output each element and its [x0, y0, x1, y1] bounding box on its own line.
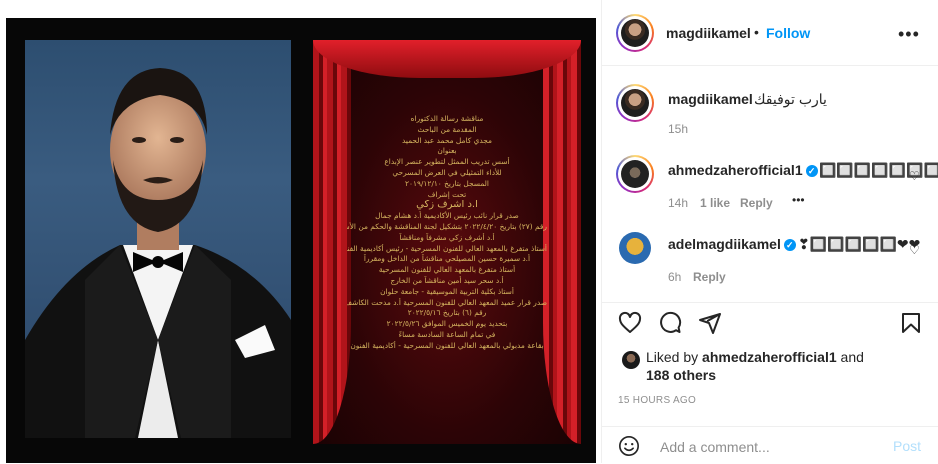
top-curtain: [313, 40, 581, 78]
verified-badge-icon: ✓: [783, 239, 796, 251]
comment-bubble-icon[interactable]: [658, 311, 682, 335]
avatar-image: [621, 19, 649, 47]
invitation-line: أسس تدريب الممثل لتطوير عنصر الإبداع: [384, 157, 510, 167]
invitation-line: أستاذ بكلية التربية الموسيقية - جامعة حل…: [380, 286, 514, 296]
caption-avatar[interactable]: [616, 84, 654, 122]
like-heart-icon[interactable]: [618, 311, 642, 335]
invitation-line: أستاذ متفرغ بالمعهد العالي للفنون المسرح…: [347, 243, 547, 253]
separator-dot: •: [754, 24, 759, 40]
post-side-panel: magdiikamel • Follow ••• magdiikamel يار…: [601, 0, 938, 463]
invitation-line: مناقشة رسالة الدكتوراه: [410, 114, 484, 123]
caption-text: يارب توفيقك: [754, 91, 827, 107]
avatar-border: [618, 16, 652, 50]
liker-username[interactable]: ahmedzaherofficial1: [702, 349, 837, 365]
save-bookmark-icon[interactable]: [899, 311, 923, 335]
post-actions: [602, 302, 938, 343]
follow-button[interactable]: Follow: [766, 25, 810, 41]
invitation-line: بقاعة مدبولي بالمعهد العالي للفنون المسر…: [350, 340, 544, 350]
likes-prefix: Liked by: [646, 349, 703, 365]
invitation-line: مجدي كامل محمد عبد الحميد: [402, 135, 492, 145]
invitation-line: رقم (٦) بتاريخ ٢٠٢٢/٥/١٦: [407, 308, 487, 318]
comment-likes-count[interactable]: 1 like: [700, 196, 730, 210]
likes-conjunction: and: [836, 349, 864, 365]
right-curtain: [543, 40, 581, 444]
comment-age[interactable]: 14h: [668, 196, 688, 210]
post-header: magdiikamel • Follow •••: [602, 0, 938, 66]
comment-username-text: adelmagdiikamel: [668, 236, 781, 252]
invitation-text: مناقشة رسالة الدكتوراه المقدمة من الباحث…: [347, 114, 547, 352]
comment-username-text: ahmedzaherofficial1: [668, 162, 803, 178]
verified-badge-icon: ✓: [805, 165, 818, 177]
comment-text: 🔲🔲🔲🔲🔲🔲🔲🔲: [819, 162, 938, 178]
emoji-icon[interactable]: [618, 435, 640, 457]
instagram-post: مناقشة رسالة الدكتوراه المقدمة من الباحث…: [0, 0, 938, 463]
avatar-border: [618, 157, 652, 191]
comment-more-button[interactable]: •••: [792, 193, 805, 207]
add-comment-input[interactable]: [658, 436, 882, 458]
invitation-card: مناقشة رسالة الدكتوراه المقدمة من الباحث…: [313, 40, 581, 444]
invitation-line: أ.د أشرف زكي مشرفاً ومناقشاً: [399, 232, 495, 242]
invitation-line: للأداء التمثيلي في العرض المسرحي: [392, 167, 502, 177]
invitation-line: في تمام الساعة السادسة مساءً: [398, 329, 496, 339]
post-media[interactable]: مناقشة رسالة الدكتوراه المقدمة من الباحث…: [0, 0, 601, 463]
avatar-image: [621, 160, 649, 188]
likes-summary: Liked by ahmedzaherofficial1 and 188 oth…: [646, 348, 864, 384]
comment-username[interactable]: adelmagdiikamel ✓: [668, 236, 796, 252]
comment-text: ❣🔲🔲🔲🔲🔲❤❤: [798, 236, 921, 252]
caption-age[interactable]: 15h: [668, 122, 688, 136]
invitation-line: صدر قرار عميد المعهد العالي للفنون المسر…: [347, 297, 547, 307]
media-frame: مناقشة رسالة الدكتوراه المقدمة من الباحث…: [6, 18, 596, 463]
comment-like-heart-icon[interactable]: ♡: [909, 169, 920, 183]
invitation-line: رقم (٢٧) بتاريخ ٢٠٢٢/٤/٢٠ بتشكيل لجنة ال…: [347, 221, 547, 231]
invitation-line: المسجل بتاريخ ٢٠١٩/١٢/١٠: [405, 178, 489, 188]
left-curtain: [313, 40, 351, 444]
avatar-border: [618, 86, 652, 120]
invitation-line: أ.د أشرف زكي: [416, 200, 478, 211]
invitation-line: صدر قرار نائب رئيس الأكاديمية أ.د هشام ج…: [375, 211, 519, 221]
invitation-line: أ.د سحر سيد أمين مناقشاً من الخارج: [390, 275, 504, 285]
invitation-line: أ.د سميرة حسين المصيلحي مناقشاً من الداخ…: [363, 254, 531, 264]
share-send-icon[interactable]: [698, 311, 722, 335]
comment-avatar[interactable]: [616, 155, 654, 193]
avatar-image: [621, 89, 649, 117]
comment-avatar[interactable]: [619, 232, 651, 264]
invitation-line: أستاذ متفرغ بالمعهد العالي للفنون المسرح…: [378, 265, 516, 275]
comment-age[interactable]: 6h: [668, 270, 681, 284]
reply-label: Reply: [693, 270, 726, 284]
reply-button[interactable]: Reply: [693, 270, 726, 284]
invitation-line: المقدمة من الباحث: [417, 124, 477, 134]
reply-label: Reply: [740, 196, 773, 210]
comment-username[interactable]: ahmedzaherofficial1 ✓: [668, 162, 818, 178]
comment-likes-text: 1 like: [700, 196, 731, 210]
comment-like-heart-icon[interactable]: ♡: [909, 243, 920, 257]
post-comment-button[interactable]: Post: [893, 438, 921, 454]
liker-avatar[interactable]: [622, 351, 640, 369]
add-comment-bar: Post: [602, 426, 938, 464]
caption-username[interactable]: magdiikamel: [668, 91, 753, 107]
invitation-line: بتحديد يوم الخميس الموافق ٢٠٢٢/٥/٢٦: [386, 319, 508, 329]
invitation-line: بعنوان: [437, 146, 457, 156]
header-username[interactable]: magdiikamel: [666, 25, 751, 41]
likes-others-link[interactable]: 188 others: [646, 367, 716, 383]
post-timestamp[interactable]: 15 HOURS AGO: [618, 395, 696, 406]
portrait-photo: [25, 40, 291, 438]
more-options-button[interactable]: •••: [898, 24, 920, 45]
invitation-line: تحت إشراف: [427, 189, 467, 199]
reply-button[interactable]: Reply: [740, 196, 773, 210]
avatar[interactable]: [616, 14, 654, 52]
